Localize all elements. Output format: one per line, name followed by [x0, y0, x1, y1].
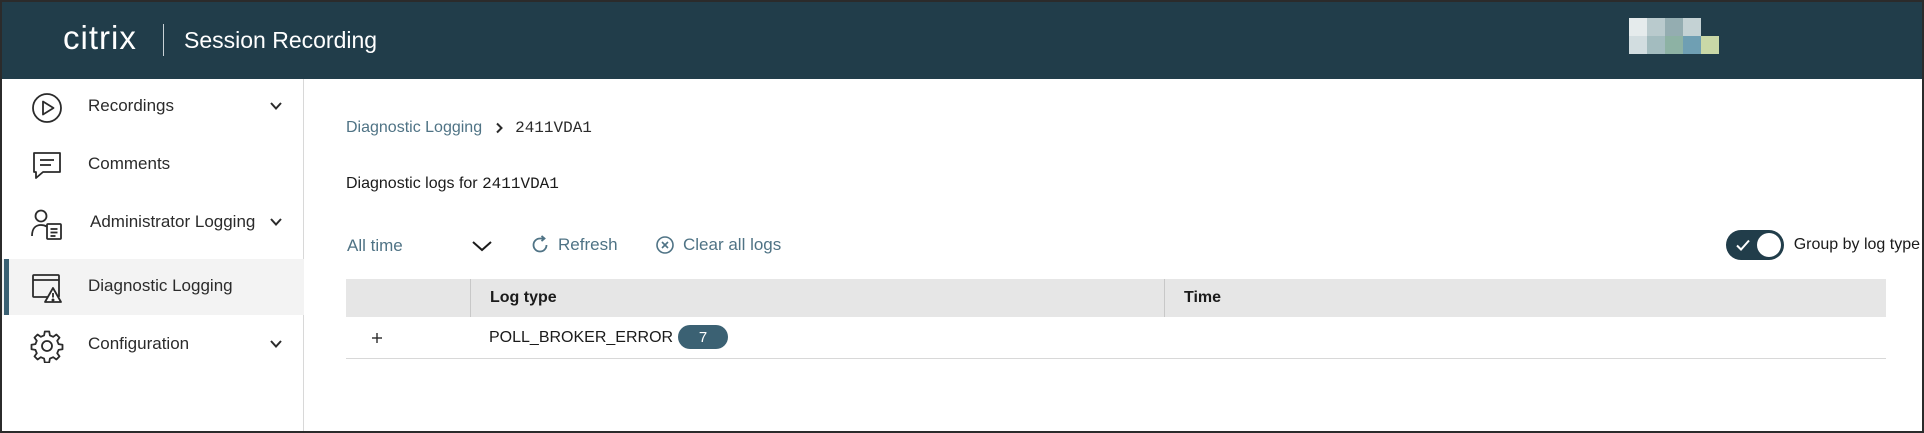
sidebar-item-label: Administrator Logging — [90, 212, 256, 231]
sidebar-item-label: Comments — [88, 154, 171, 173]
user-avatar[interactable] — [1629, 18, 1719, 54]
table-header: Log type Time — [346, 279, 1886, 317]
page-heading-prefix: Diagnostic logs for — [346, 175, 483, 192]
table-row: POLL_BROKER_ERROR 7 — [346, 317, 1886, 359]
breadcrumb-current: 2411VDA1 — [515, 119, 592, 137]
chevron-right-icon — [496, 122, 504, 134]
gear-icon — [30, 330, 64, 363]
chevron-down-icon — [270, 102, 282, 110]
group-by-log-type-label: Group by log type — [1793, 236, 1920, 253]
log-type-cell: POLL_BROKER_ERROR — [489, 329, 674, 346]
avatar-pixel — [1647, 18, 1665, 36]
citrix-logo: citrix — [63, 19, 137, 56]
sidebar-item-diagnostic-logging[interactable]: Diagnostic Logging — [2, 259, 304, 315]
sidebar-item-recordings[interactable]: Recordings — [2, 79, 304, 135]
avatar-pixel — [1683, 18, 1701, 36]
toggle-knob — [1756, 233, 1781, 257]
refresh-icon — [532, 235, 548, 253]
avatar-pixel — [1665, 18, 1683, 36]
app-window: citrix Session Recording Recordings Comm… — [0, 0, 1924, 433]
chevron-down-icon — [270, 340, 282, 348]
sidebar-item-label: Diagnostic Logging — [88, 276, 233, 295]
close-circle-icon — [656, 236, 674, 254]
sidebar-item-label: Recordings — [88, 96, 174, 115]
clear-all-logs-button[interactable]: Clear all logs — [655, 229, 781, 261]
column-header-expand — [346, 279, 470, 317]
avatar-pixel — [1701, 18, 1719, 36]
app-title: Session Recording — [184, 27, 378, 53]
toolbar: All time Refresh Clear all logs Group by… — [346, 229, 1920, 261]
count-badge: 7 — [678, 325, 728, 349]
sidebar-item-configuration[interactable]: Configuration — [2, 317, 304, 373]
chevron-down-icon — [472, 241, 492, 252]
avatar-pixel — [1665, 36, 1683, 54]
clear-all-logs-label: Clear all logs — [683, 235, 782, 254]
header-divider — [163, 24, 164, 56]
sidebar-item-label: Configuration — [88, 334, 190, 353]
column-header-log-type[interactable]: Log type — [470, 279, 1164, 317]
comment-icon — [33, 152, 61, 179]
avatar-pixel — [1629, 18, 1647, 36]
log-table: Log type Time POLL_BROKER_ERROR 7 — [346, 279, 1886, 359]
avatar-pixel — [1629, 36, 1647, 54]
toggle-switch[interactable] — [1725, 230, 1784, 260]
diagnostic-warning-icon — [32, 274, 62, 303]
sidebar-item-comments[interactable]: Comments — [2, 137, 304, 193]
refresh-button[interactable]: Refresh — [530, 229, 618, 261]
expand-plus-icon[interactable] — [367, 328, 387, 348]
group-by-log-type-toggle[interactable]: Group by log type — [1725, 229, 1920, 261]
avatar-pixel — [1683, 36, 1701, 54]
avatar-pixel — [1701, 36, 1719, 54]
time-filter-dropdown[interactable]: All time — [346, 229, 494, 261]
checkmark-icon — [1735, 239, 1750, 251]
breadcrumb-link-diagnostic-logging[interactable]: Diagnostic Logging — [346, 119, 482, 137]
main-content: Diagnostic Logging 2411VDA1 Diagnostic l… — [305, 79, 1922, 431]
breadcrumb: Diagnostic Logging 2411VDA1 — [346, 119, 592, 137]
sidebar-item-administrator-logging[interactable]: Administrator Logging — [2, 195, 304, 251]
play-circle-icon — [32, 93, 62, 123]
avatar-pixel — [1647, 36, 1665, 54]
top-header: citrix Session Recording — [2, 2, 1922, 79]
sidebar: Recordings Comments Administrator Loggin… — [2, 79, 304, 431]
page-heading-machine: 2411VDA1 — [482, 175, 559, 193]
admin-log-icon — [31, 209, 62, 240]
page-heading: Diagnostic logs for 2411VDA1 — [346, 175, 559, 193]
time-filter-value: All time — [347, 236, 403, 255]
refresh-label: Refresh — [558, 235, 618, 254]
chevron-down-icon — [270, 218, 282, 226]
column-header-time[interactable]: Time — [1164, 279, 1886, 317]
